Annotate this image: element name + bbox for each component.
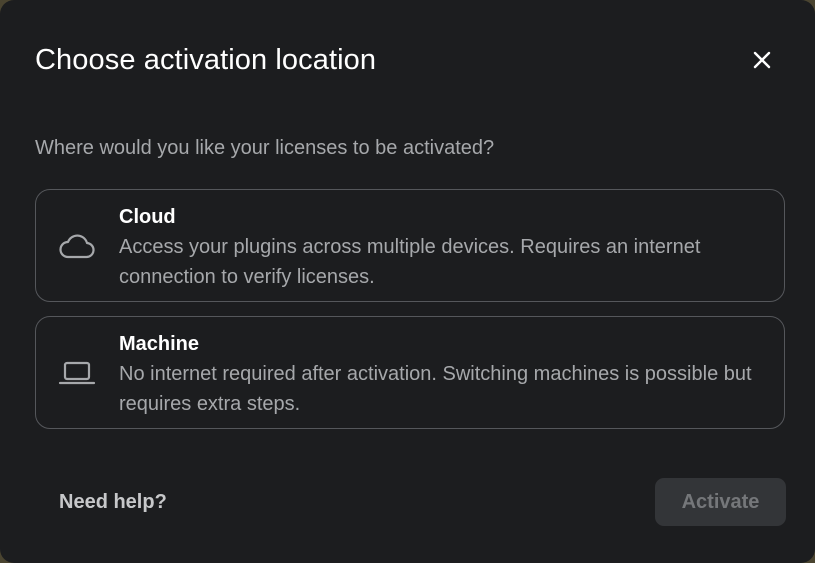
activation-dialog: Choose activation location Where would y… (0, 0, 815, 563)
help-link[interactable]: Need help? (59, 489, 167, 515)
option-machine[interactable]: Machine No internet required after activ… (35, 316, 785, 429)
option-cloud[interactable]: Cloud Access your plugins across multipl… (35, 189, 785, 302)
option-machine-title: Machine (119, 333, 200, 355)
cloud-icon (58, 231, 96, 261)
activate-button[interactable]: Activate (655, 478, 786, 526)
dialog-subtitle: Where would you like your licenses to be… (35, 137, 495, 159)
close-icon (753, 51, 771, 69)
option-cloud-description: Access your plugins across multiple devi… (119, 236, 701, 288)
dialog-title: Choose activation location (35, 44, 377, 76)
option-machine-description: No internet required after activation. S… (119, 363, 752, 415)
option-cloud-title: Cloud (119, 206, 176, 228)
close-button[interactable] (744, 42, 780, 78)
laptop-icon (58, 358, 96, 388)
